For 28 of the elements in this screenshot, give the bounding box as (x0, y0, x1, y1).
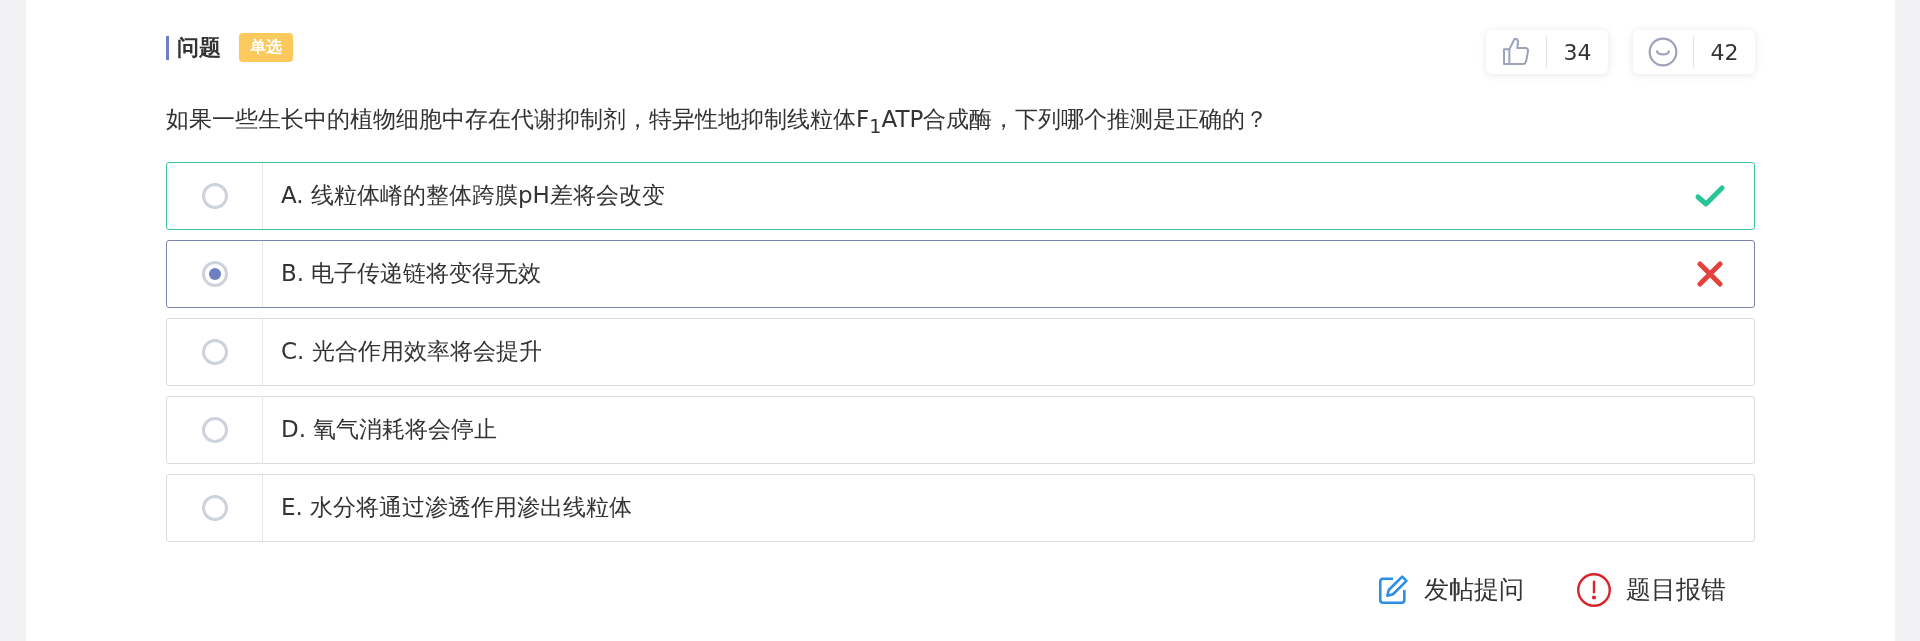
answer-option[interactable]: D. 氧气消耗将会停止 (166, 395, 1755, 464)
thumbs-up-icon (1500, 36, 1532, 68)
radio-button[interactable] (201, 338, 228, 365)
reaction-button[interactable]: 42 (1633, 30, 1755, 74)
option-label: C. 光合作用效率将会提升 (280, 337, 543, 367)
option-label: B. 电子传递链将变得无效 (280, 259, 543, 289)
ask-question-link[interactable]: 发帖提问 (1376, 571, 1524, 608)
radio-button[interactable] (201, 416, 228, 443)
cross-icon (1697, 260, 1723, 287)
answer-option[interactable]: B. 电子传递链将变得无效 (166, 239, 1755, 308)
radio-button[interactable] (201, 260, 228, 287)
smiley-icon (1647, 36, 1679, 68)
question-type-badge: 单选 (239, 33, 293, 62)
like-button[interactable]: 34 (1486, 30, 1608, 74)
edit-icon (1376, 572, 1410, 607)
report-error-link[interactable]: 题目报错 (1576, 571, 1726, 608)
answer-option[interactable]: C. 光合作用效率将会提升 (166, 317, 1755, 386)
section-title: 问题 (166, 35, 221, 60)
option-label: E. 水分将通过渗透作用渗出线粒体 (280, 493, 634, 523)
check-icon (1694, 183, 1726, 208)
radio-button[interactable] (201, 182, 228, 209)
warning-icon (1576, 571, 1612, 608)
option-label: A. 线粒体嵴的整体跨膜pH差将会改变 (280, 181, 666, 211)
radio-button[interactable] (201, 494, 228, 521)
answer-option[interactable]: A. 线粒体嵴的整体跨膜pH差将会改变 (166, 161, 1755, 230)
option-label: D. 氧气消耗将会停止 (280, 415, 499, 445)
question-text: 如果一些生长中的植物细胞中存在代谢抑制剂，特异性地抑制线粒体F$_{1}$ATP合成酶，下列哪个推测是正确的？ (166, 105, 1270, 140)
answer-option[interactable]: E. 水分将通过渗透作用渗出线粒体 (166, 473, 1755, 542)
